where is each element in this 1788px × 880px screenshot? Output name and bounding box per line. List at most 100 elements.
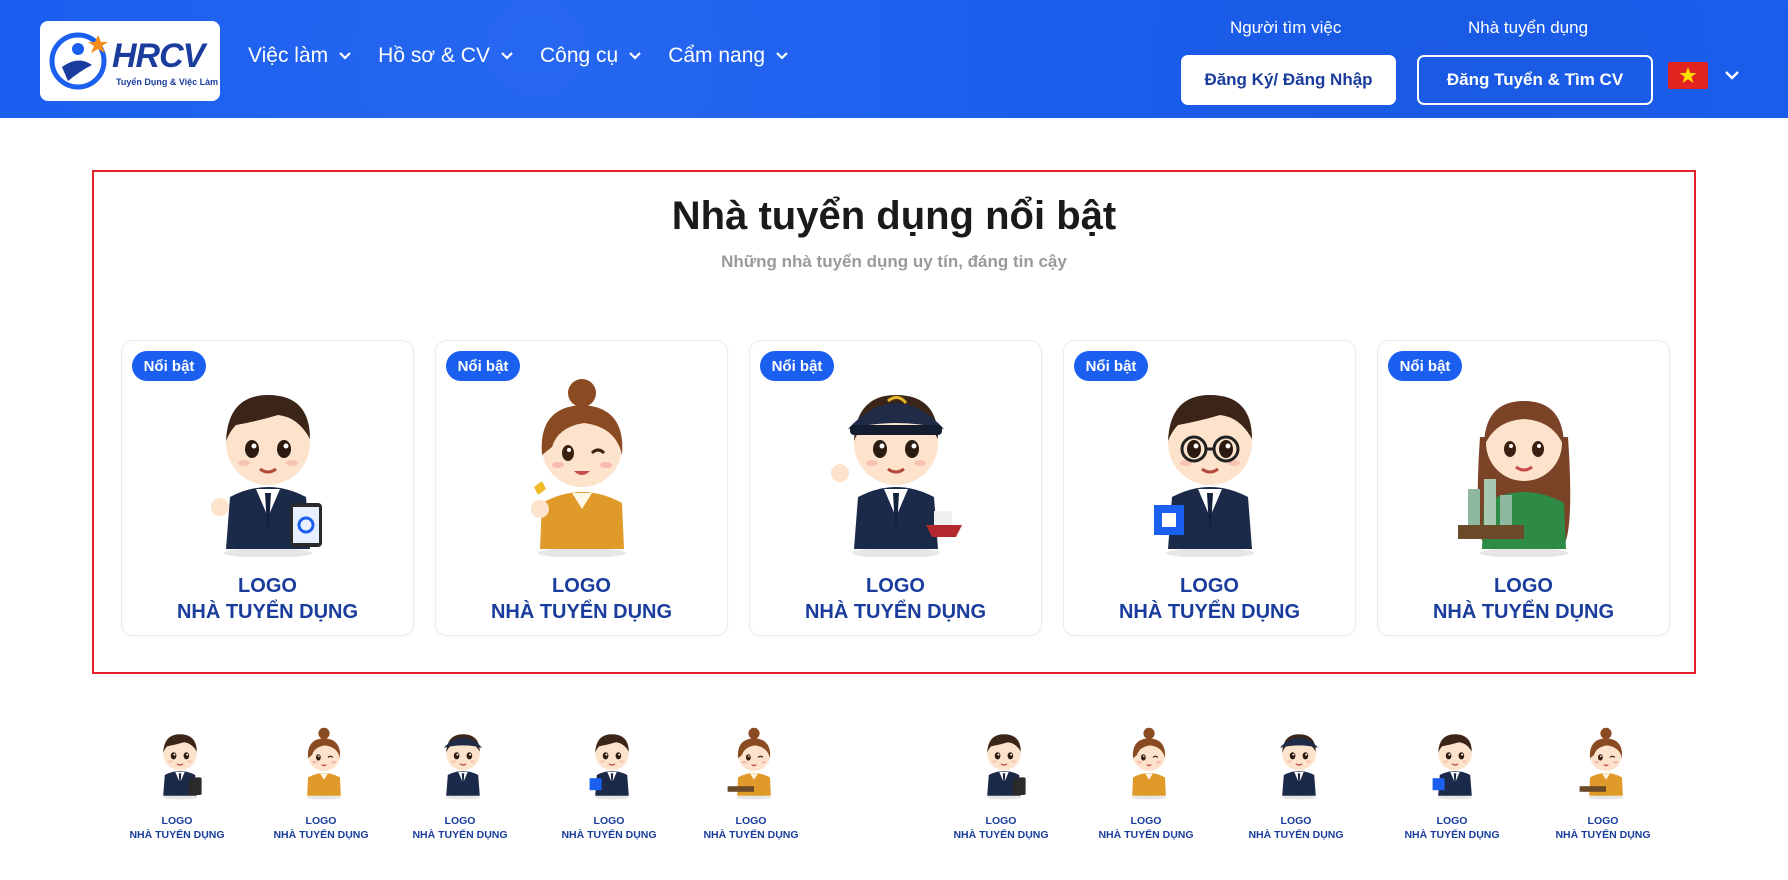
employer-logo-placeholder: LOGO NHÀ TUYỂN DỤNG	[1241, 814, 1351, 842]
man-glasses-box-illustration	[589, 733, 631, 801]
chevron-down-icon	[629, 52, 641, 60]
vietnam-flag-icon[interactable]	[1668, 62, 1708, 89]
logo-line-2: NHÀ TUYỂN DỤNG	[273, 829, 369, 841]
employer-logo-placeholder: LOGO NHÀ TUYỂN DỤNG	[436, 573, 727, 625]
section-subtitle: Những nhà tuyển dụng uy tín, đáng tin cậ…	[721, 252, 1067, 271]
section-title: Nhà tuyển dụng nổi bật	[671, 194, 1117, 238]
employer-logo-placeholder: LOGO NHÀ TUYỂN DỤNG	[122, 573, 413, 625]
employer-logo-placeholder: LOGO NHÀ TUYỂN DỤNG	[1548, 814, 1658, 842]
ship-captain-illustration	[831, 393, 962, 557]
employer-logo-placeholder: LOGO NHÀ TUYỂN DỤNG	[1378, 573, 1669, 625]
site-header: HRCV Tuyển Dụng & Việc Làm Việc làm Hồ s…	[0, 0, 1788, 118]
employer-logo-item[interactable]: LOGO NHÀ TUYỂN DỤNG	[1091, 720, 1201, 850]
employer-logo-item[interactable]: LOGO NHÀ TUYỂN DỤNG	[554, 720, 664, 850]
logo-line-2: NHÀ TUYỂN DỤNG	[1432, 601, 1615, 623]
logo-line-1: LOGO	[305, 815, 337, 827]
logo-line-2: NHÀ TUYỂN DỤNG	[1404, 829, 1500, 841]
employer-logo-item[interactable]: LOGO NHÀ TUYỂN DỤNG	[1548, 720, 1658, 850]
logo-line-1: LOGO	[444, 815, 476, 827]
job-seeker-label: Người tìm việc	[1230, 18, 1342, 37]
nav-cam-nang[interactable]: Cẩm nang	[668, 44, 789, 68]
employer-logo-placeholder: LOGO NHÀ TUYỂN DỤNG	[750, 573, 1041, 625]
businessman-tablet-illustration	[985, 733, 1026, 801]
logo-line-1: LOGO	[735, 815, 767, 827]
logo-line-1: LOGO	[1180, 575, 1239, 597]
logo-line-1: LOGO	[1130, 815, 1162, 827]
login-register-button[interactable]: Đăng Ký/ Đăng Nhập	[1181, 55, 1396, 105]
employer-card[interactable]: Nổi bật LOGO NHÀ TUYỂN DỤNG	[121, 340, 414, 636]
woman-building-model-illustration	[1458, 401, 1571, 557]
logo-line-2: NHÀ TUYỂN DỤNG	[1118, 601, 1301, 623]
employer-card[interactable]: Nổi bật LOGO NHÀ TUYỂN DỤNG	[1063, 340, 1356, 636]
nav-label: Hồ sơ & CV	[378, 44, 490, 67]
businessman-tablet-illustration	[161, 733, 202, 801]
brand-mark-icon	[49, 32, 108, 90]
nav-viec-lam[interactable]: Việc làm	[248, 44, 352, 68]
employer-logo-placeholder: LOGO NHÀ TUYỂN DỤNG	[1064, 573, 1355, 625]
post-job-button[interactable]: Đăng Tuyển & Tìm CV	[1417, 55, 1653, 105]
main-nav: Việc làm Hồ sơ & CV Công cụ Cẩm nang	[248, 44, 815, 68]
employer-logo-item[interactable]: LOGO NHÀ TUYỂN DỤNG	[1397, 720, 1507, 850]
logo-line-1: LOGO	[985, 815, 1017, 827]
employer-logo-item[interactable]: LOGO NHÀ TUYỂN DỤNG	[946, 720, 1056, 850]
employer-logo-item[interactable]: LOGO NHÀ TUYỂN DỤNG	[696, 720, 806, 850]
brand-name: HRCV	[112, 37, 205, 75]
nav-ho-so-cv[interactable]: Hồ sơ & CV	[378, 44, 514, 68]
chevron-down-icon	[501, 52, 513, 60]
employer-logo-placeholder: LOGO NHÀ TUYỂN DỤNG	[946, 814, 1056, 842]
featured-badge: Nổi bật	[1074, 351, 1148, 381]
logo-line-2: NHÀ TUYỂN DỤNG	[1248, 829, 1344, 841]
businesswoman-bun-illustration	[1130, 727, 1168, 801]
logo-line-1: LOGO	[1587, 815, 1619, 827]
logo-line-2: NHÀ TUYỂN DỤNG	[804, 601, 987, 623]
logo-line-1: LOGO	[161, 815, 193, 827]
nav-label: Công cụ	[539, 44, 619, 67]
employer-card[interactable]: Nổi bật LOGO NHÀ TUYỂN DỤNG	[749, 340, 1042, 636]
businesswoman-bun-illustration	[305, 727, 343, 801]
logo-line-1: LOGO	[1280, 815, 1312, 827]
logo-line-2: NHÀ TUYỂN DỤNG	[412, 829, 508, 841]
employer-logo-placeholder: LOGO NHÀ TUYỂN DỤNG	[405, 814, 515, 842]
featured-badge: Nổi bật	[1388, 351, 1462, 381]
logo-line-2: NHÀ TUYỂN DỤNG	[561, 829, 657, 841]
employer-card[interactable]: Nổi bật LOGO NHÀ TUYỂN DỤNG	[435, 340, 728, 636]
employer-logo-item[interactable]: LOGO NHÀ TUYỂN DỤNG	[405, 720, 515, 850]
nav-cong-cu[interactable]: Công cụ	[540, 44, 642, 68]
employer-logo-placeholder: LOGO NHÀ TUYỂN DỤNG	[554, 814, 664, 842]
employer-logo-placeholder: LOGO NHÀ TUYỂN DỤNG	[1091, 814, 1201, 842]
logo-line-2: NHÀ TUYỂN DỤNG	[176, 601, 359, 623]
featured-employers-section: Nhà tuyển dụng nổi bật Những nhà tuyển d…	[92, 170, 1696, 674]
ship-captain-illustration	[443, 733, 483, 801]
man-glasses-box-illustration	[1154, 393, 1256, 557]
nav-label: Việc làm	[248, 44, 329, 67]
employer-logo-placeholder: LOGO NHÀ TUYỂN DỤNG	[696, 814, 806, 842]
employer-card[interactable]: Nổi bật LOGO NHÀ TUYỂN DỤNG	[1377, 340, 1670, 636]
logo-line-1: LOGO	[1494, 575, 1553, 597]
brand-logo[interactable]: HRCV Tuyển Dụng & Việc Làm	[40, 21, 220, 101]
logo-line-2: NHÀ TUYỂN DỤNG	[703, 829, 799, 841]
chevron-down-icon	[776, 52, 788, 60]
logo-line-1: LOGO	[238, 575, 297, 597]
chevron-down-icon[interactable]	[1724, 68, 1740, 82]
nav-label: Cẩm nang	[668, 44, 766, 67]
employer-logo-item[interactable]: LOGO NHÀ TUYỂN DỤNG	[266, 720, 376, 850]
man-glasses-box-illustration	[1432, 733, 1474, 801]
brand-tagline: Tuyển Dụng & Việc Làm	[116, 77, 219, 87]
employer-logo-item[interactable]: LOGO NHÀ TUYỂN DỤNG	[1241, 720, 1351, 850]
woman-building-model-illustration	[1579, 727, 1625, 801]
logo-line-2: NHÀ TUYỂN DỤNG	[953, 829, 1049, 841]
employer-label: Nhà tuyển dụng	[1468, 18, 1589, 37]
chevron-down-icon	[339, 52, 351, 60]
logo-line-2: NHÀ TUYỂN DỤNG	[490, 601, 673, 623]
featured-badge: Nổi bật	[446, 351, 520, 381]
woman-building-model-illustration	[727, 727, 773, 801]
logo-line-1: LOGO	[866, 575, 925, 597]
logo-line-2: NHÀ TUYỂN DỤNG	[1098, 829, 1194, 841]
employer-logo-item[interactable]: LOGO NHÀ TUYỂN DỤNG	[122, 720, 232, 850]
businesswoman-bun-illustration	[531, 377, 628, 557]
ship-captain-illustration	[1279, 733, 1319, 801]
businessman-tablet-illustration	[211, 393, 322, 557]
employer-logo-placeholder: LOGO NHÀ TUYỂN DỤNG	[266, 814, 376, 842]
employer-logo-placeholder: LOGO NHÀ TUYỂN DỤNG	[122, 814, 232, 842]
logo-line-1: LOGO	[552, 575, 611, 597]
